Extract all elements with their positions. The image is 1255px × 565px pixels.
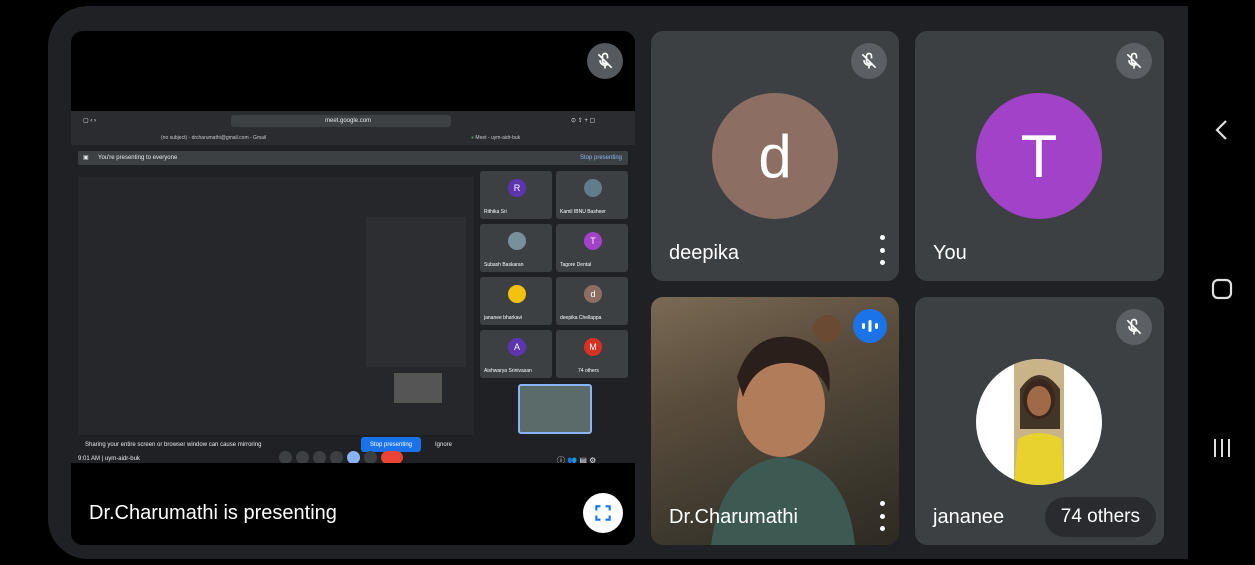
more-options-icon[interactable]	[877, 501, 887, 531]
android-nav-bar	[1190, 0, 1255, 565]
device-frame: meet.google.com ▢ ‹ › ⊙ ⇪ + ▢ (no subjec…	[0, 0, 1255, 565]
avatar-deepika: d	[712, 93, 838, 219]
avatar-you: T	[976, 93, 1102, 219]
mini-tile: T Tagore Dental	[556, 224, 628, 272]
stop-presenting-button[interactable]: Stop presenting	[361, 437, 421, 452]
mirrored-screen	[78, 177, 474, 435]
more-options-icon[interactable]	[877, 235, 887, 265]
participant-tile-deepika[interactable]: d deepika	[651, 31, 899, 281]
mic-off-icon	[851, 43, 887, 79]
mini-tile: Kamil IBNU Basheer	[556, 171, 628, 219]
participant-tile-charumathi[interactable]: Dr.Charumathi	[651, 297, 899, 545]
mini-tile: jananee bharkavi	[480, 277, 552, 325]
presenting-label: Dr.Charumathi is presenting	[89, 502, 337, 524]
presenting-banner: ▣ You're presenting to everyone Stop pre…	[78, 151, 628, 165]
fullscreen-icon	[595, 505, 611, 521]
mirroring-warning: Sharing your entire screen or browser wi…	[85, 442, 262, 448]
back-icon	[1215, 120, 1227, 140]
fullscreen-button[interactable]	[583, 493, 623, 533]
recents-icon	[1214, 439, 1230, 457]
mini-tile: R Rithika Sri	[480, 171, 552, 219]
mic-off-icon	[587, 43, 623, 79]
shared-screen: meet.google.com ▢ ‹ › ⊙ ⇪ + ▢ (no subjec…	[71, 111, 635, 465]
mic-off-icon	[1116, 309, 1152, 345]
ignore-button[interactable]: Ignore	[435, 442, 452, 448]
self-preview	[518, 384, 592, 434]
participant-tile-jananee[interactable]: jananee 74 others	[915, 297, 1164, 545]
participant-tile-you[interactable]: T You	[915, 31, 1164, 281]
profile-photo	[1014, 359, 1064, 485]
tile-name-you: You	[933, 242, 967, 264]
stop-presenting-link[interactable]: Stop presenting	[580, 155, 622, 161]
meeting-time-code: 9:01 AM | uym-aidr-buk	[78, 456, 140, 462]
tab-gmail[interactable]: (no subject) - drcharumathi@gmail.com - …	[161, 132, 266, 144]
home-button[interactable]	[1204, 271, 1240, 307]
mini-tile: Subash Baskaran	[480, 224, 552, 272]
tile-name-jananee: jananee	[933, 506, 1005, 528]
mic-off-icon	[1116, 43, 1152, 79]
browser-url: meet.google.com	[325, 118, 372, 124]
browser-toolbar: meet.google.com ▢ ‹ › ⊙ ⇪ + ▢	[71, 111, 635, 131]
tile-name-charumathi: Dr.Charumathi	[669, 506, 798, 528]
presentation-tile[interactable]: meet.google.com ▢ ‹ › ⊙ ⇪ + ▢ (no subjec…	[71, 31, 635, 545]
browser-actions-icon: ⊙ ⇪ + ▢	[571, 118, 596, 124]
recents-button[interactable]	[1204, 430, 1240, 466]
back-button[interactable]	[1204, 112, 1240, 148]
meet-screen: meet.google.com ▢ ‹ › ⊙ ⇪ + ▢ (no subjec…	[48, 6, 1188, 559]
mini-tile: A Aishwarya Srinivasan	[480, 330, 552, 378]
others-button[interactable]: 74 others	[1044, 497, 1156, 537]
avatar-jananee	[976, 359, 1102, 485]
presentation-footer: Dr.Charumathi is presenting	[71, 463, 635, 545]
home-icon	[1211, 278, 1233, 300]
mini-tile: d deepika Chellappa	[556, 277, 628, 325]
tab-meet[interactable]: ● Meet - uym-aidr-buk	[471, 132, 520, 144]
browser-tabs: (no subject) - drcharumathi@gmail.com - …	[71, 131, 635, 145]
sidebar-icon: ▢ ‹ ›	[83, 118, 96, 124]
speaking-indicator-icon	[853, 309, 887, 343]
present-icon: ▣	[83, 155, 89, 161]
tile-name-deepika: deepika	[669, 242, 740, 264]
mini-tile: M 74 others	[556, 330, 628, 378]
